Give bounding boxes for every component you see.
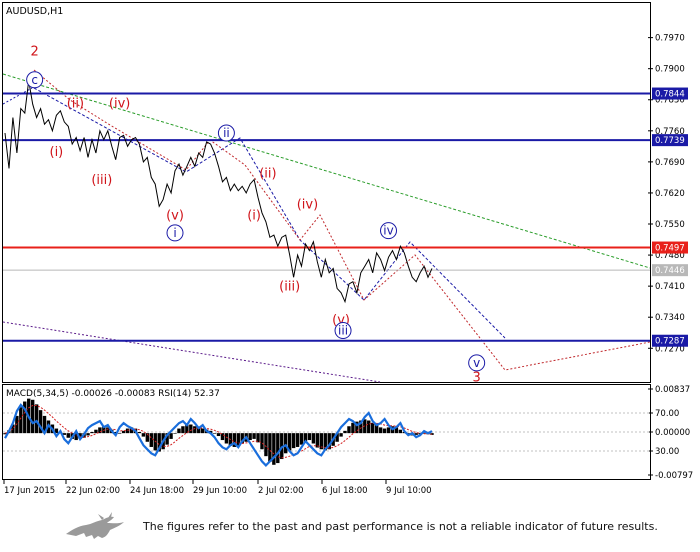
y-tick-label: 0.7410 — [655, 282, 685, 292]
macd-histogram-bar — [216, 433, 221, 437]
wave-label-red: (ii) — [259, 166, 276, 181]
indicator-title: MACD(5,34,5) -0.00026 -0.00083 RSI(14) 5… — [6, 389, 220, 399]
macd-histogram-bar — [367, 420, 371, 434]
wave-label-blue: i — [173, 226, 176, 240]
wave-label-red: (v) — [166, 209, 184, 224]
wave-label-red: (iii) — [279, 280, 300, 295]
indicator-tick-label: 0.00837 — [655, 385, 690, 395]
level-price-label: 0.7739 — [655, 136, 685, 146]
macd-histogram-bar — [121, 430, 126, 434]
wave-label-blue: ii — [223, 126, 230, 140]
macd-histogram-bar — [382, 428, 387, 434]
macd-histogram-bar — [220, 433, 225, 441]
indicator-tick-label: 70.00 — [655, 409, 679, 419]
macd-histogram-bar — [370, 422, 375, 434]
macd-histogram-bar — [268, 433, 272, 462]
macd-histogram-bar — [90, 432, 94, 434]
indicator-tick-label: 30.00 — [655, 447, 679, 457]
macd-histogram-bar — [169, 433, 173, 439]
macd-histogram-bar — [19, 407, 23, 434]
wave-label-red: 3 — [473, 371, 481, 386]
x-tick-label: 22 Jun 02:00 — [66, 486, 120, 496]
wave-label-red: (iv) — [109, 96, 130, 111]
wave-label-red: (ii) — [67, 96, 84, 111]
macd-histogram-bar — [295, 433, 300, 447]
level-price-label: 0.7287 — [655, 337, 685, 347]
macd-histogram-bar — [193, 426, 197, 434]
wave-label-red: (i) — [50, 145, 64, 160]
main-y-ticks: 0.79700.79000.78300.77600.76900.76200.75… — [648, 34, 685, 354]
macd-histogram-bar — [177, 428, 181, 434]
macd-histogram-bar — [351, 422, 355, 434]
main-panel-frame — [2, 2, 651, 383]
macd-histogram-bar — [212, 433, 217, 434]
macd-histogram-bar — [173, 433, 177, 434]
x-tick-label: 6 Jul 18:00 — [322, 486, 368, 496]
level-price-label: 0.7497 — [655, 244, 685, 254]
y-tick-label: 0.7970 — [655, 34, 685, 44]
x-tick-label: 29 Jun 10:00 — [193, 486, 247, 496]
indicator-tick-label: -0.00797 — [655, 471, 693, 481]
y-tick-label: 0.7690 — [655, 158, 685, 168]
x-tick-label: 2 Jul 02:00 — [258, 486, 304, 496]
macd-histogram-bar — [181, 426, 185, 434]
macd-histogram-bar — [117, 433, 122, 434]
macd-histogram-bar — [189, 424, 193, 434]
macd-histogram-bar — [311, 433, 316, 444]
macd-histogram-bar — [30, 399, 35, 434]
macd-histogram-bar — [94, 429, 98, 434]
y-tick-label: 0.7340 — [655, 313, 685, 323]
disclaimer-text: The figures refer to the past and past p… — [143, 520, 658, 533]
macd-histogram-bar — [149, 433, 153, 447]
macd-histogram-bar — [378, 427, 383, 434]
y-tick-label: 0.7550 — [655, 220, 685, 230]
y-tick-label: 0.7620 — [655, 189, 685, 199]
chart-root: AUDUSD,H1 0.79700.79000.78300.77600.7690… — [2, 2, 693, 496]
macd-histogram-bar — [264, 433, 268, 457]
macd-histogram-bar — [224, 433, 229, 444]
x-tick-label: 9 Jul 10:00 — [386, 486, 432, 496]
macd-histogram-bar — [315, 433, 320, 448]
macd-histogram-bar — [98, 427, 102, 434]
x-tick-label: 24 Jun 18:00 — [130, 486, 184, 496]
macd-histogram-bar — [200, 428, 205, 434]
macd-histogram-bar — [276, 433, 280, 464]
wave-label-blue: v — [473, 356, 480, 370]
macd-histogram-bar — [34, 404, 39, 434]
macd-histogram-bar — [347, 426, 351, 434]
wave-label-blue: c — [31, 73, 38, 87]
macd-histogram-bar — [398, 429, 403, 434]
level-price-label: 0.7446 — [655, 266, 685, 276]
indicator-tick-label: 0.00000 — [655, 428, 690, 438]
level-price-label: 0.7844 — [655, 90, 685, 100]
macd-histogram-bar — [291, 433, 296, 449]
macd-histogram-bar — [137, 432, 142, 434]
macd-histogram-bar — [307, 433, 312, 441]
macd-histogram-bar — [343, 430, 347, 434]
wave-label-red: (i) — [247, 209, 261, 224]
macd-histogram-bar — [66, 433, 70, 438]
macd-histogram-bar — [248, 433, 252, 441]
macd-histogram-bar — [125, 428, 130, 434]
footer: The figures refer to the past and past p… — [0, 503, 700, 552]
wave-label-red: (iii) — [91, 173, 112, 188]
wave-label-blue: iv — [383, 224, 393, 238]
bull-logo-icon — [66, 512, 124, 539]
macd-histogram-bar — [386, 427, 391, 434]
main-chart-title: AUDUSD,H1 — [6, 6, 63, 17]
wave-label-red: (iv) — [297, 197, 318, 212]
wave-label-blue: iii — [338, 324, 348, 338]
y-tick-label: 0.7900 — [655, 65, 685, 75]
x-axis-ticks: 17 Jun 2015 22 Jun 02:00 24 Jun 18:00 29 Ju… — [3, 479, 432, 496]
macd-histogram-bar — [141, 433, 146, 437]
macd-histogram-bar — [339, 433, 343, 437]
x-tick-label: 17 Jun 2015 — [4, 486, 55, 496]
macd-histogram-bar — [260, 433, 264, 450]
macd-histogram-bar — [284, 433, 288, 454]
macd-histogram-bar — [252, 433, 256, 439]
macd-histogram-bar — [86, 433, 90, 436]
macd-histogram-bar — [299, 433, 304, 445]
wave-label-red: 2 — [31, 44, 39, 59]
